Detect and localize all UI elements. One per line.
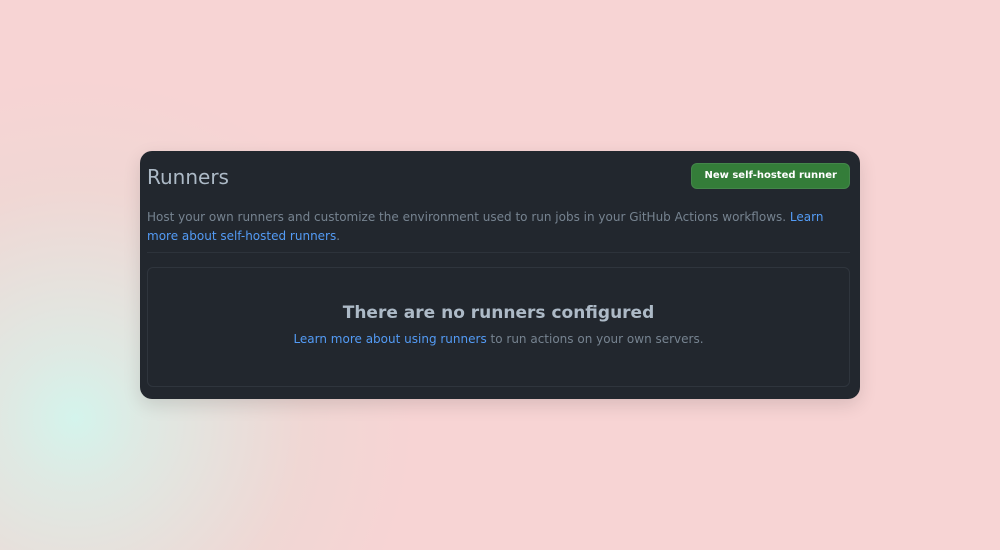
runners-header: Runners New self-hosted runner: [147, 163, 850, 193]
new-self-hosted-runner-button[interactable]: New self-hosted runner: [691, 163, 850, 189]
description-text: Host your own runners and customize the …: [147, 210, 787, 224]
page-title: Runners: [147, 165, 229, 189]
empty-state-text: to run actions on your own servers.: [490, 332, 704, 346]
runners-card: Runners New self-hosted runner Host your…: [140, 151, 860, 399]
learn-more-using-runners-link[interactable]: Learn more about using runners: [293, 332, 486, 346]
empty-state-message: Learn more about using runners to run ac…: [148, 330, 849, 348]
runners-description: Host your own runners and customize the …: [147, 208, 830, 246]
divider: [147, 252, 850, 253]
description-period: .: [336, 229, 341, 243]
empty-state: There are no runners configured Learn mo…: [147, 267, 850, 387]
empty-state-title: There are no runners configured: [342, 303, 655, 323]
